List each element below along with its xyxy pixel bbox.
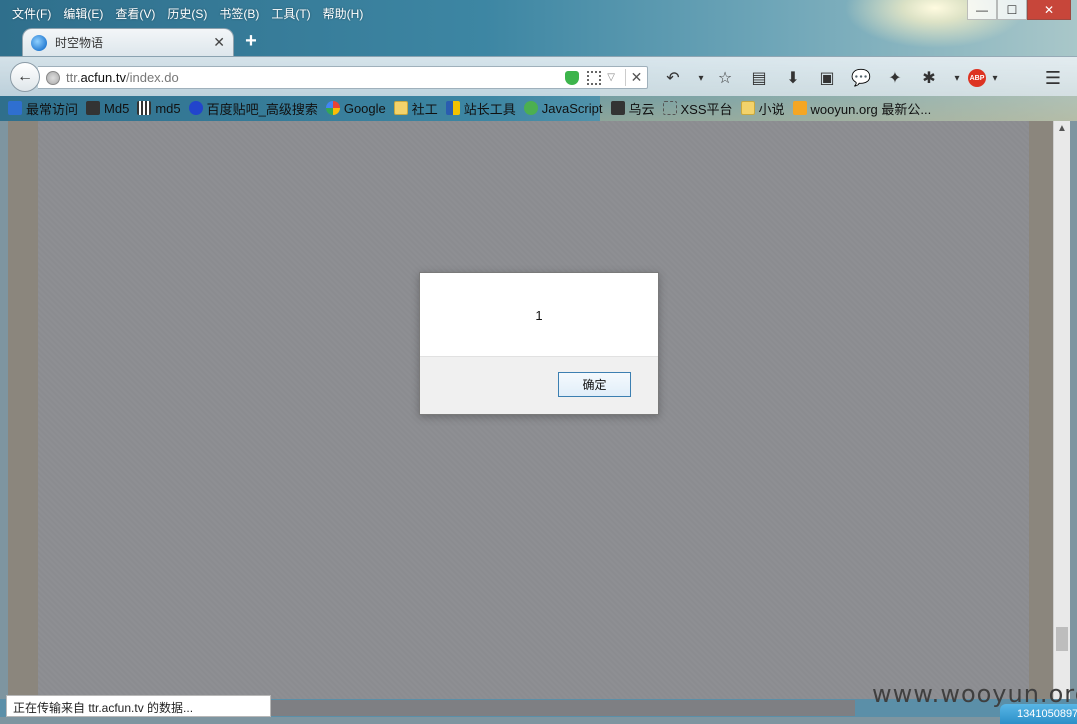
scroll-thumb[interactable] <box>1056 627 1068 651</box>
alert-dialog: 1 确定 <box>419 272 659 415</box>
page-border-right <box>1029 121 1053 699</box>
bookmark-item[interactable]: 最常访问 <box>8 99 78 118</box>
bookmark-item[interactable]: 站长工具 <box>445 99 516 118</box>
new-tab-button[interactable]: + <box>240 31 262 53</box>
bookmark-icon <box>523 101 538 115</box>
page-border-left <box>8 121 38 699</box>
url-path: /index.do <box>125 70 179 85</box>
site-favicon-icon <box>31 34 47 51</box>
abp-dropdown-icon[interactable]: ▾ <box>988 67 1002 89</box>
bookmark-label: XSS平台 <box>680 101 733 117</box>
alert-footer: 确定 <box>420 356 658 414</box>
bug-dropdown-icon[interactable]: ▾ <box>950 67 964 89</box>
window-edge-bottom <box>0 717 1077 724</box>
bird-icon[interactable]: ✦ <box>882 67 908 89</box>
bookmark-icon <box>8 101 22 115</box>
bookmark-label: 社工 <box>411 101 438 117</box>
tab-close-icon[interactable]: ✕ <box>213 34 225 51</box>
back-button[interactable]: ← <box>10 62 40 92</box>
bookmark-label: Google <box>343 100 386 116</box>
bookmark-label: 小说 <box>758 101 785 117</box>
window-edge-right <box>1070 121 1077 699</box>
bookmark-item[interactable]: 百度贴吧_高级搜索 <box>188 99 318 118</box>
bookmark-label: JavaScript <box>541 100 603 116</box>
url-bar[interactable]: ttr.acfun.tv/index.do ▽ ✕ <box>38 66 648 89</box>
menu-history[interactable]: 历史(S) <box>161 3 213 23</box>
menu-edit[interactable]: 编辑(E) <box>57 3 109 23</box>
bookmark-label: md5 <box>155 100 181 116</box>
alert-message: 1 <box>535 307 543 323</box>
rss-icon <box>792 101 807 115</box>
qr-code-icon[interactable] <box>587 70 602 85</box>
bookmark-item[interactable]: Md5 <box>86 101 129 116</box>
globe-icon <box>46 70 60 85</box>
menu-help[interactable]: 帮助(H) <box>317 3 370 23</box>
url-host: acfun.tv <box>80 70 126 85</box>
menu-view[interactable]: 查看(V) <box>109 3 161 23</box>
horizontal-scrollbar[interactable] <box>271 700 855 716</box>
star-icon[interactable]: ☆ <box>712 67 738 89</box>
menu-icon[interactable]: ☰ <box>1040 67 1066 89</box>
bookmark-icon <box>86 101 101 115</box>
bookmark-label: 最常访问 <box>26 101 79 117</box>
shield-icon[interactable] <box>565 70 580 85</box>
tab-title: 时空物语 <box>55 36 104 50</box>
undo-icon[interactable]: ↶ <box>660 67 686 89</box>
bookmark-item[interactable]: JavaScript <box>523 100 603 116</box>
toolbar-icons: ↶ ▾ ☆ ▤ ⬇ ▣ 💬 ✦ ✱ ▾ ABP ▾ ☰ <box>660 67 1061 89</box>
bookmark-item[interactable]: XSS平台 <box>662 99 733 118</box>
bookmark-label: 百度贴吧_高级搜索 <box>206 101 318 117</box>
bookmark-label: 站长工具 <box>463 101 516 117</box>
close-window-button[interactable]: ✕ <box>1027 0 1071 20</box>
url-text[interactable]: ttr.acfun.tv/index.do <box>66 70 565 85</box>
scroll-up-icon[interactable]: ▲ <box>1054 123 1070 134</box>
vertical-scrollbar[interactable]: ▲ <box>1053 121 1070 699</box>
bookmark-icon <box>445 101 460 115</box>
minimize-button[interactable]: — <box>967 0 997 20</box>
bookmark-item[interactable]: md5 <box>137 100 181 116</box>
bookmark-icon <box>662 101 677 115</box>
maximize-button[interactable]: ☐ <box>997 0 1027 20</box>
bookmark-icon <box>137 101 152 115</box>
dropdown-icon[interactable]: ▽ <box>607 72 615 83</box>
google-icon <box>325 101 340 115</box>
bookmark-folder[interactable]: 社工 <box>393 99 438 118</box>
browser-chrome: 文件(F) 编辑(E) 查看(V) 历史(S) 书签(B) 工具(T) 帮助(H… <box>0 0 1077 121</box>
stop-button[interactable]: ✕ <box>625 69 647 86</box>
navigation-bar: ttr.acfun.tv/index.do ▽ ✕ ← ↶ ▾ ☆ ▤ ⬇ ▣ … <box>0 56 1077 96</box>
menu-tools[interactable]: 工具(T) <box>265 3 316 23</box>
reading-list-icon[interactable]: ▤ <box>746 67 772 89</box>
bookmarks-bar: 最常访问 Md5 md5 百度贴吧_高级搜索 Google 社工 站长工具 Ja… <box>8 98 939 118</box>
tab-active[interactable]: 时空物语 ✕ <box>22 28 234 56</box>
taskbar-button[interactable]: 1341050897 <box>1000 704 1077 724</box>
bug-icon[interactable]: ✱ <box>916 67 942 89</box>
status-bar: 正在传输来自 ttr.acfun.tv 的数据... <box>6 695 271 717</box>
bookmark-icon <box>610 101 625 115</box>
bookmark-label: 乌云 <box>628 101 655 117</box>
bookmark-label: wooyun.org 最新公... <box>810 101 932 117</box>
screenshot-icon[interactable]: ▣ <box>814 67 840 89</box>
abp-icon[interactable]: ABP <box>968 69 986 87</box>
folder-icon <box>393 101 408 115</box>
menu-bar: 文件(F) 编辑(E) 查看(V) 历史(S) 书签(B) 工具(T) 帮助(H… <box>6 3 369 23</box>
window-edge-left <box>0 121 8 699</box>
menu-file[interactable]: 文件(F) <box>6 3 57 23</box>
bookmark-folder[interactable]: 小说 <box>740 99 785 118</box>
folder-icon <box>740 101 755 115</box>
bookmark-icon <box>188 101 203 115</box>
window-controls: — ☐ ✕ <box>967 0 1071 20</box>
download-icon[interactable]: ⬇ <box>780 67 806 89</box>
bookmark-label: Md5 <box>104 100 130 116</box>
bookmark-item[interactable]: wooyun.org 最新公... <box>792 99 932 118</box>
menu-bookmarks[interactable]: 书签(B) <box>213 3 265 23</box>
ok-button[interactable]: 确定 <box>558 372 631 397</box>
bookmark-item[interactable]: Google <box>325 100 386 116</box>
url-prefix: ttr. <box>66 70 81 85</box>
chat-icon[interactable]: 💬 <box>848 67 874 89</box>
bookmark-item[interactable]: 乌云 <box>610 99 655 118</box>
undo-dropdown-icon[interactable]: ▾ <box>694 67 708 89</box>
